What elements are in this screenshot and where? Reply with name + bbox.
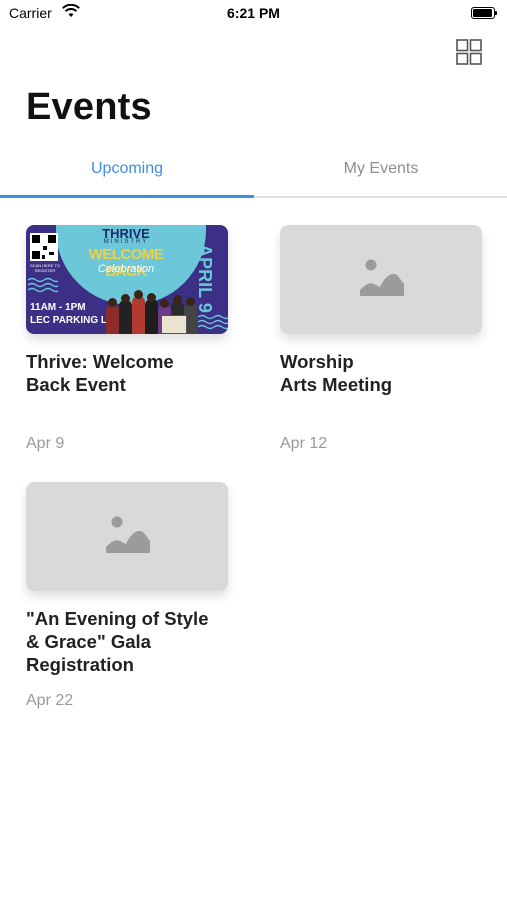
status-bar: Carrier 6:21 PM xyxy=(0,0,507,28)
event-title: "An Evening of Style & Grace" Gala Regis… xyxy=(26,608,209,675)
event-card-gala[interactable]: "An Evening of Style & Grace" Gala Regis… xyxy=(26,482,228,709)
page-title: Events xyxy=(26,86,152,128)
event-date: Apr 12 xyxy=(280,435,328,452)
clock: 6:21 PM xyxy=(227,5,280,21)
image-placeholder-icon xyxy=(360,259,404,296)
qr-code xyxy=(30,233,58,261)
image-placeholder xyxy=(26,482,228,591)
event-card-worship[interactable]: Worship Arts Meeting Apr 12 xyxy=(280,225,482,452)
active-tab-indicator xyxy=(0,195,254,198)
image-placeholder xyxy=(280,225,482,334)
tab-bar: Upcoming My Events xyxy=(0,150,507,198)
group-photo xyxy=(106,285,206,334)
event-date: Apr 22 xyxy=(26,692,74,709)
battery-icon xyxy=(471,7,497,19)
tab-upcoming[interactable]: Upcoming xyxy=(0,160,254,184)
event-title: Worship Arts Meeting xyxy=(280,351,393,395)
event-card-thrive[interactable]: SCAN HERE TO REGISTER THRIVE MINISTRY WE… xyxy=(26,225,228,452)
tab-my-events[interactable]: My Events xyxy=(254,160,507,184)
event-flyer-image: SCAN HERE TO REGISTER THRIVE MINISTRY WE… xyxy=(26,225,228,334)
image-placeholder-icon xyxy=(106,516,150,553)
event-date: Apr 9 xyxy=(26,435,65,452)
grid-view-icon[interactable] xyxy=(455,38,483,66)
event-title: Thrive: Welcome Back Event xyxy=(26,351,174,395)
